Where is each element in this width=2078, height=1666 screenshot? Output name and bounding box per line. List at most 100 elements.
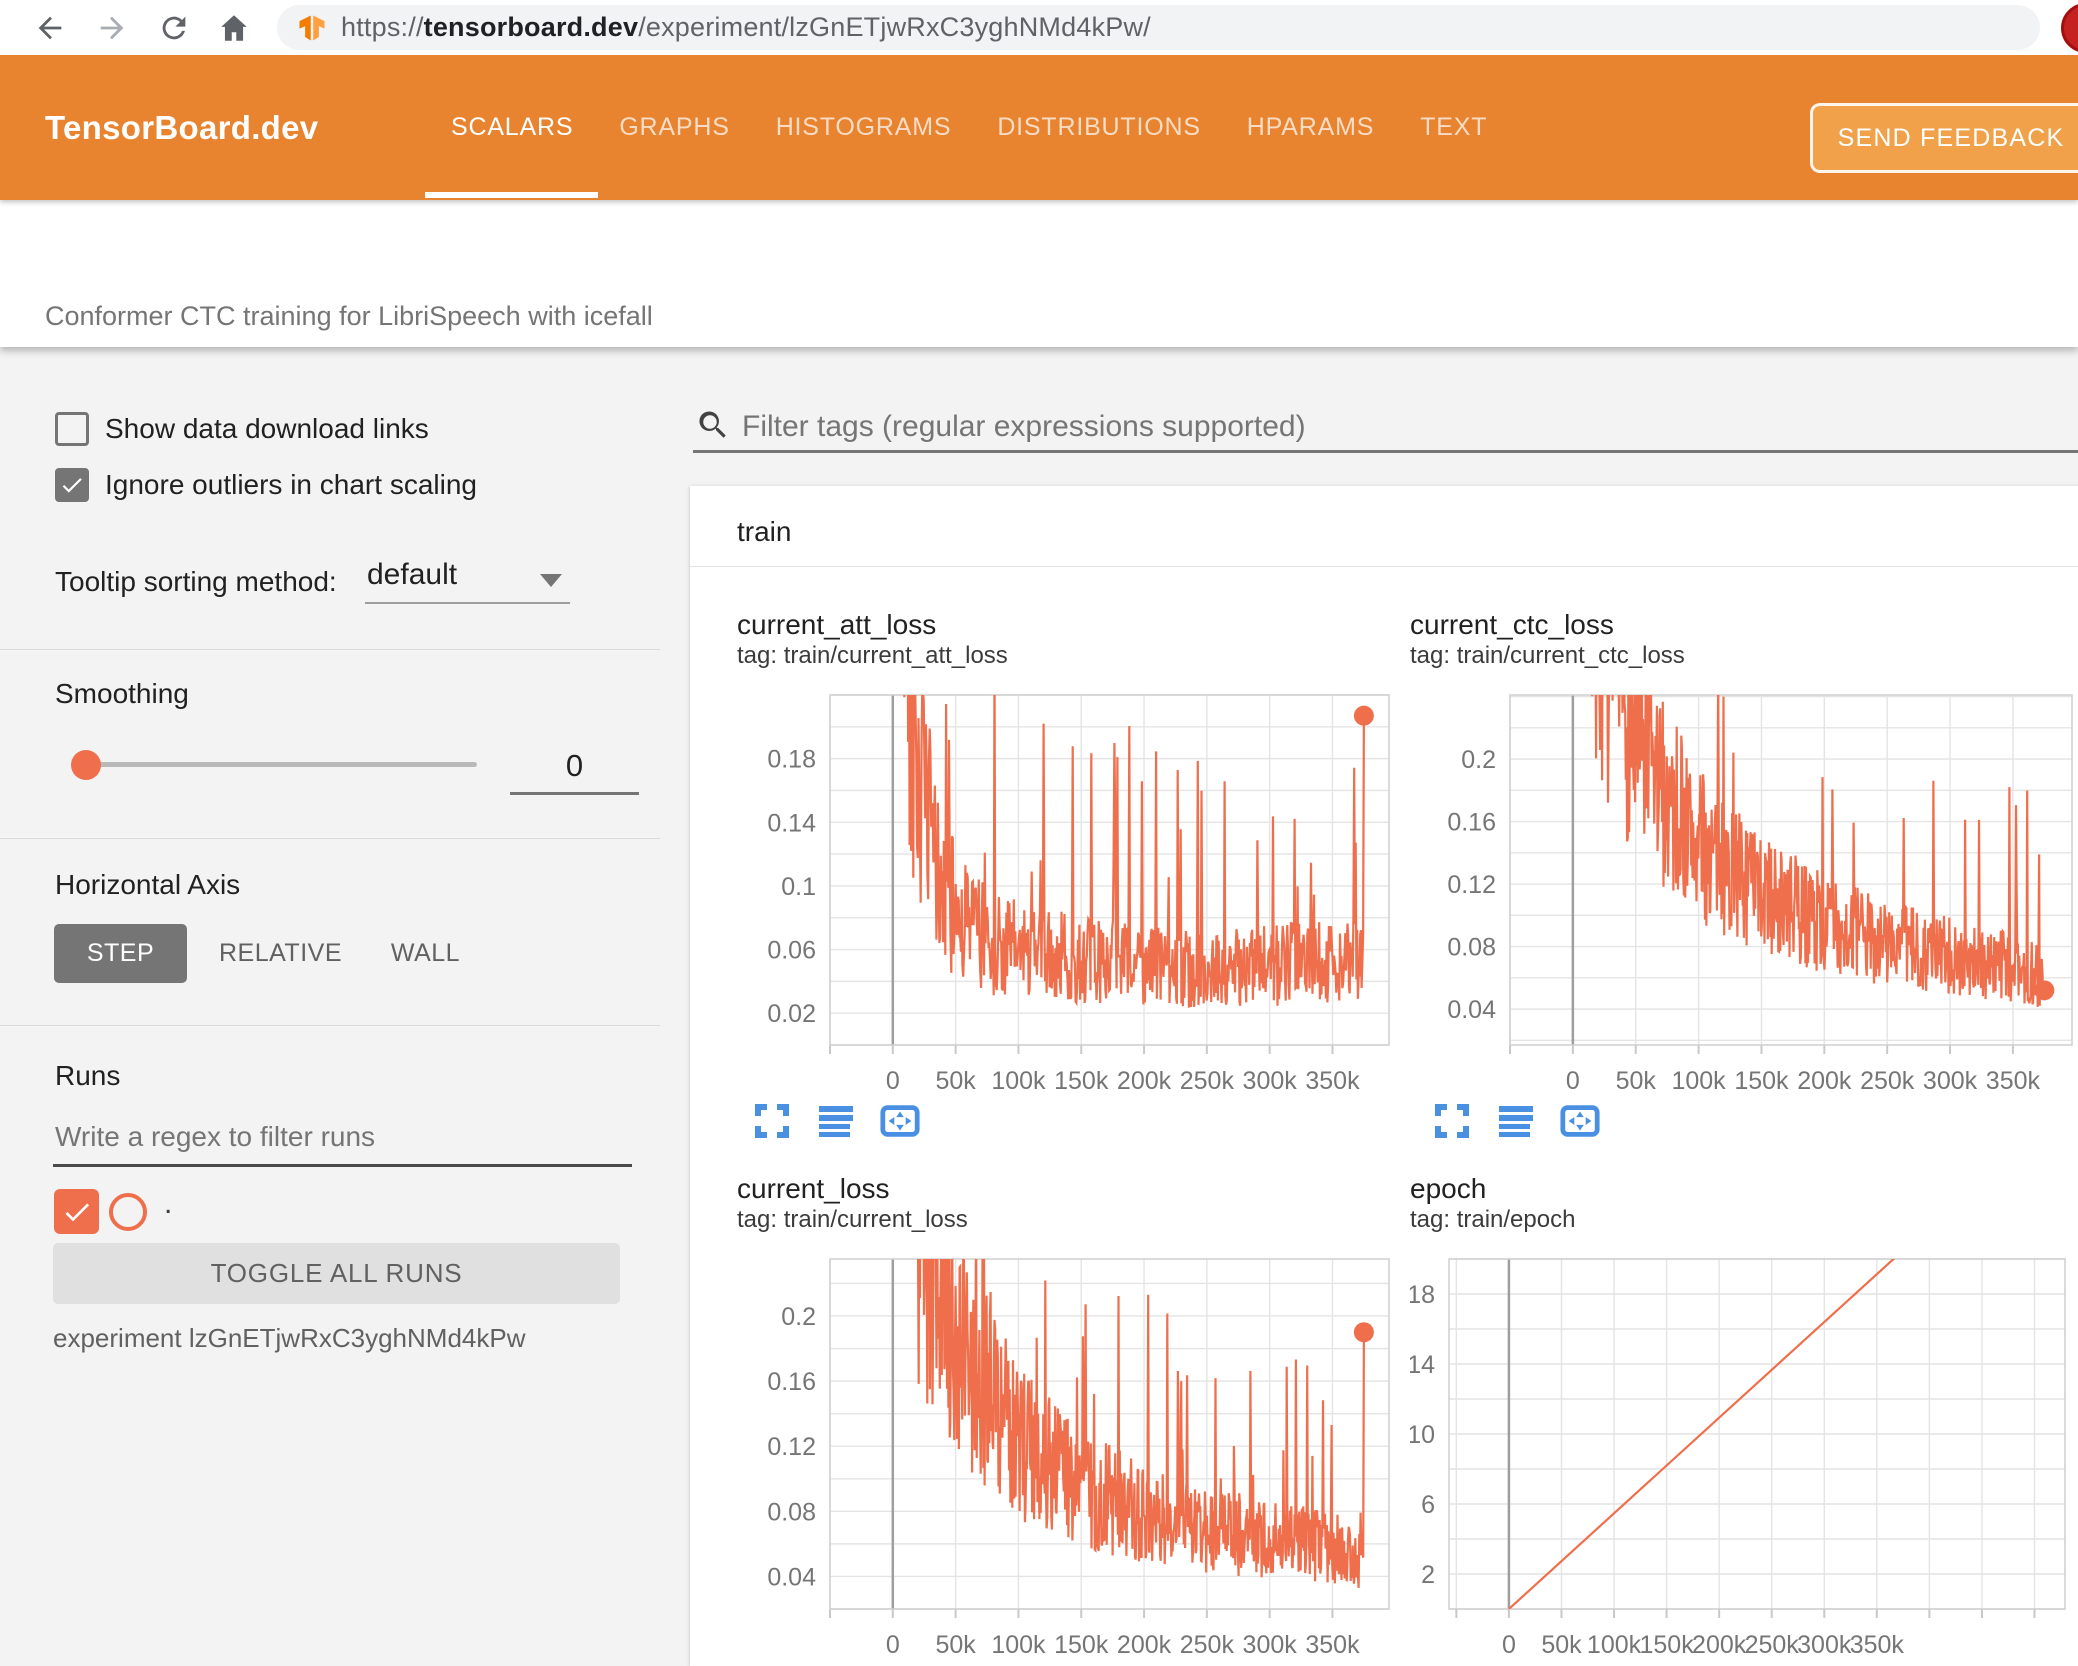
svg-text:0.04: 0.04 xyxy=(1447,996,1496,1024)
active-tab-underline xyxy=(425,192,598,198)
svg-text:18: 18 xyxy=(1410,1281,1435,1309)
svg-text:0.04: 0.04 xyxy=(767,1563,816,1591)
chart-card-current-att-loss: current_att_loss tag: train/current_att_… xyxy=(737,608,1399,1094)
svg-text:150k: 150k xyxy=(1639,1631,1694,1658)
svg-text:250k: 250k xyxy=(1180,1631,1235,1658)
chart-card-current-ctc-loss: current_ctc_loss tag: train/current_ctc_… xyxy=(1410,608,2078,1094)
chevron-down-icon xyxy=(540,574,562,587)
forward-icon[interactable] xyxy=(92,8,132,48)
divider xyxy=(0,838,660,839)
svg-text:0: 0 xyxy=(1566,1067,1580,1094)
chart-actions xyxy=(1431,1100,1601,1142)
svg-text:0: 0 xyxy=(886,1631,900,1658)
fullscreen-icon[interactable] xyxy=(751,1100,793,1142)
svg-text:300k: 300k xyxy=(1797,1631,1852,1658)
experiment-title: Conformer CTC training for LibriSpeech w… xyxy=(45,301,653,331)
run-checkbox[interactable] xyxy=(54,1189,99,1234)
home-icon[interactable] xyxy=(214,8,254,48)
line-chart-epoch[interactable]: 2 6 10 14 18 0 50k 100k 150k 200k 250k 300k 350k xyxy=(1410,1256,2078,1658)
chart-tag: tag: train/epoch xyxy=(1410,1206,1576,1233)
svg-text:250k: 250k xyxy=(1180,1067,1235,1094)
chart-title: current_ctc_loss xyxy=(1410,609,1614,640)
fit-domain-icon[interactable] xyxy=(1559,1100,1601,1142)
tab-hparams[interactable]: HPARAMS xyxy=(1247,113,1374,142)
nav-tabs: SCALARS GRAPHS HISTOGRAMS DISTRIBUTIONS … xyxy=(451,55,1487,200)
svg-text:300k: 300k xyxy=(1923,1067,1978,1094)
svg-text:100k: 100k xyxy=(1587,1631,1642,1658)
svg-text:200k: 200k xyxy=(1692,1631,1747,1658)
svg-text:50k: 50k xyxy=(1616,1067,1657,1094)
run-color-swatch[interactable] xyxy=(109,1193,147,1231)
train-group-card: train current_att_loss tag: train/curren… xyxy=(690,486,2078,1666)
smoothing-value-input[interactable] xyxy=(510,740,639,795)
svg-text:50k: 50k xyxy=(935,1631,976,1658)
svg-text:2: 2 xyxy=(1421,1561,1435,1589)
tab-text[interactable]: TEXT xyxy=(1420,113,1487,142)
reload-icon[interactable] xyxy=(154,8,194,48)
tab-histograms[interactable]: HISTOGRAMS xyxy=(776,113,952,142)
url-bar[interactable]: https://tensorboard.dev/experiment/lzGnE… xyxy=(277,5,2040,50)
smoothing-label: Smoothing xyxy=(55,678,189,709)
fullscreen-icon[interactable] xyxy=(1431,1100,1473,1142)
axis-wall-button[interactable]: WALL xyxy=(368,924,483,983)
tab-distributions[interactable]: DISTRIBUTIONS xyxy=(997,113,1200,142)
toggle-all-runs-button[interactable]: TOGGLE ALL RUNS xyxy=(53,1243,620,1304)
line-chart-current-att-loss[interactable]: 0.02 0.06 0.1 0.14 0.18 0 50k 100k 150k 200k 250k 3… xyxy=(737,692,1399,1094)
svg-text:0.02: 0.02 xyxy=(767,1000,816,1028)
tab-graphs[interactable]: GRAPHS xyxy=(619,113,729,142)
divider xyxy=(0,1025,660,1026)
svg-text:150k: 150k xyxy=(1054,1067,1109,1094)
svg-text:350k: 350k xyxy=(1850,1631,1905,1658)
tensorboard-page: https://tensorboard.dev/experiment/lzGnE… xyxy=(0,0,2078,1666)
svg-text:0.2: 0.2 xyxy=(1461,746,1496,774)
brand-logo[interactable]: TensorBoard.dev xyxy=(45,109,318,147)
data-table-icon[interactable] xyxy=(815,1100,857,1142)
show-download-checkbox[interactable] xyxy=(55,412,89,446)
svg-text:150k: 150k xyxy=(1734,1067,1789,1094)
svg-text:0.14: 0.14 xyxy=(767,809,816,837)
chart-actions xyxy=(751,1100,921,1142)
experiment-id-label: experiment lzGnETjwRxC3yghNMd4kPw xyxy=(53,1323,526,1353)
send-feedback-button[interactable]: SEND FEEDBACK xyxy=(1810,103,2078,173)
svg-text:150k: 150k xyxy=(1054,1631,1109,1658)
smoothing-slider-track[interactable] xyxy=(85,762,477,767)
chart-card-current-loss: current_loss tag: train/current_loss 0.0… xyxy=(737,1172,1399,1658)
tooltip-sorting-value: default xyxy=(367,558,458,591)
svg-text:14: 14 xyxy=(1410,1351,1435,1379)
chart-tag: tag: train/current_loss xyxy=(737,1206,968,1233)
svg-text:0.2: 0.2 xyxy=(781,1303,816,1331)
horizontal-axis-label: Horizontal Axis xyxy=(55,869,241,900)
svg-text:0.12: 0.12 xyxy=(1447,871,1496,899)
data-table-icon[interactable] xyxy=(1495,1100,1537,1142)
back-icon[interactable] xyxy=(30,8,70,48)
axis-step-button[interactable]: STEP xyxy=(54,924,187,983)
svg-text:6: 6 xyxy=(1421,1491,1435,1519)
chart-tag: tag: train/current_ctc_loss xyxy=(1410,642,1685,669)
run-name: . xyxy=(164,1187,173,1220)
line-chart-current-loss[interactable]: 0.04 0.08 0.12 0.16 0.2 0 50k 100k 150k 200k 250k 3… xyxy=(737,1256,1399,1658)
axis-relative-button[interactable]: RELATIVE xyxy=(213,924,348,983)
svg-text:100k: 100k xyxy=(991,1067,1046,1094)
svg-text:200k: 200k xyxy=(1797,1067,1852,1094)
filter-tags-input[interactable] xyxy=(740,405,2074,449)
show-download-label: Show data download links xyxy=(105,413,429,444)
svg-text:0: 0 xyxy=(1502,1631,1516,1658)
line-chart-current-ctc-loss[interactable]: 0.04 0.08 0.12 0.16 0.2 0 50k 100k 150k 200k 250k 3… xyxy=(1410,692,2078,1094)
tooltip-sorting-dropdown[interactable]: default xyxy=(365,552,570,604)
svg-text:50k: 50k xyxy=(935,1067,976,1094)
smoothing-slider-thumb[interactable] xyxy=(71,750,101,780)
fit-domain-icon[interactable] xyxy=(879,1100,921,1142)
tooltip-sorting-label: Tooltip sorting method: xyxy=(55,566,337,597)
profile-avatar[interactable] xyxy=(2061,3,2078,53)
svg-text:50k: 50k xyxy=(1541,1631,1582,1658)
tab-scalars[interactable]: SCALARS xyxy=(451,113,573,142)
svg-text:100k: 100k xyxy=(991,1631,1046,1658)
svg-text:100k: 100k xyxy=(1671,1067,1726,1094)
runs-filter-input[interactable] xyxy=(53,1110,632,1167)
chart-card-epoch: epoch tag: train/epoch 2 6 10 14 18 0 50k 100k 1… xyxy=(1410,1172,2078,1658)
svg-text:10: 10 xyxy=(1410,1421,1435,1449)
group-header-train[interactable]: train xyxy=(737,516,791,548)
svg-text:300k: 300k xyxy=(1243,1631,1298,1658)
ignore-outliers-checkbox[interactable] xyxy=(55,468,89,502)
svg-text:0.08: 0.08 xyxy=(767,1498,816,1526)
